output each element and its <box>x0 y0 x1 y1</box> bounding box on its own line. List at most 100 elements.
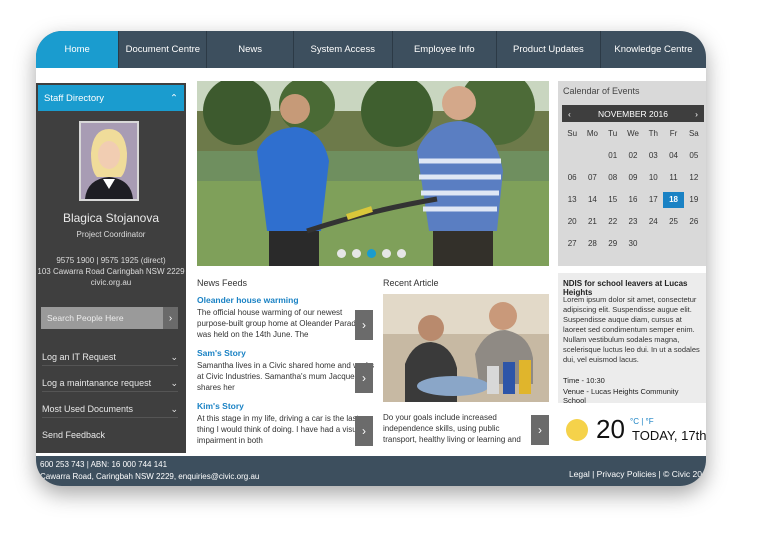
calendar-date <box>684 236 704 252</box>
calendar-date[interactable]: 21 <box>582 214 602 230</box>
calendar-date[interactable]: 08 <box>603 170 623 186</box>
calendar-date <box>643 236 663 252</box>
sidebar-link-maintenance-request[interactable]: Log a maintanance request ⌄ <box>42 375 178 392</box>
weather-day-label: TODAY, 17th <box>632 428 706 443</box>
news-item-body: The official house warming of our newest… <box>197 308 361 339</box>
chevron-down-icon: ⌄ <box>170 351 178 362</box>
nav-document-centre[interactable]: Document Centre <box>119 31 208 68</box>
calendar-date[interactable]: 24 <box>643 214 663 230</box>
news-item-body: Samantha lives in a Civic shared home an… <box>197 361 374 392</box>
calendar-date[interactable]: 04 <box>663 148 683 164</box>
calendar-month-label: NOVEMBER 2016 <box>598 108 668 119</box>
nav-product-updates[interactable]: Product Updates <box>497 31 601 68</box>
calendar-day-header: Tu <box>608 129 618 138</box>
nav-system-access[interactable]: System Access <box>294 31 393 68</box>
staff-photo <box>79 121 139 201</box>
calendar-date[interactable]: 03 <box>643 148 663 164</box>
staff-directory-header[interactable]: Staff Directory ⌃ <box>38 85 184 111</box>
chevron-right-icon: › <box>168 312 173 324</box>
news-item-title[interactable]: Sam's Story <box>197 348 374 358</box>
calendar-date[interactable]: 22 <box>603 214 623 230</box>
calendar-date[interactable]: 13 <box>562 192 582 208</box>
sidebar-link-it-request[interactable]: Log an IT Request ⌄ <box>42 349 178 366</box>
chevron-down-icon: ⌄ <box>170 377 178 388</box>
slider-dot[interactable] <box>397 249 406 258</box>
hero-slider[interactable] <box>197 81 549 266</box>
slider-dot[interactable] <box>352 249 361 258</box>
calendar-date[interactable]: 28 <box>582 236 602 252</box>
calendar-date[interactable]: 23 <box>623 214 643 230</box>
news-item-title[interactable]: Kim's Story <box>197 401 374 411</box>
calendar-date[interactable]: 20 <box>562 214 582 230</box>
staff-name: Blagica Stojanova <box>62 211 160 225</box>
calendar-date[interactable]: 16 <box>623 192 643 208</box>
nav-news[interactable]: News <box>207 31 294 68</box>
calendar-date[interactable]: 06 <box>562 170 582 186</box>
calendar-date[interactable]: 02 <box>623 148 643 164</box>
news-open-button[interactable]: › <box>355 416 373 446</box>
calendar-title: Calendar of Events <box>563 86 640 96</box>
calendar-day-header: Su <box>567 129 578 138</box>
recent-article-image[interactable] <box>383 294 549 402</box>
sun-icon <box>566 419 588 441</box>
chevron-right-icon: › <box>362 424 366 438</box>
article-open-button[interactable]: › <box>531 415 549 445</box>
news-item-body: At this stage in my life, driving a car … <box>197 414 363 445</box>
calendar-date-today[interactable]: 18 <box>663 192 684 208</box>
article-photo <box>383 294 549 402</box>
calendar-date[interactable]: 27 <box>562 236 582 252</box>
calendar-date[interactable]: 19 <box>684 192 704 208</box>
calendar-panel: Calendar of Events ‹ NOVEMBER 2016 › Su M… <box>558 81 706 266</box>
prev-month-icon[interactable]: ‹ <box>568 109 571 119</box>
recent-article-title: Recent Article <box>383 278 439 288</box>
next-month-icon[interactable]: › <box>695 109 698 119</box>
weather-widget: 20 °C | °F TODAY, 17th <box>558 406 706 451</box>
event-body: Lorem ipsum dolor sit amet, consectetur … <box>563 295 700 364</box>
sidebar-link-label: Log a maintanance request <box>42 378 152 388</box>
calendar-day-header: Sa <box>688 129 699 138</box>
slider-dot[interactable] <box>382 249 391 258</box>
calendar-date[interactable]: 25 <box>663 214 683 230</box>
staff-role: Project Coordinator <box>76 230 146 239</box>
calendar-date[interactable]: 17 <box>643 192 663 208</box>
calendar-date[interactable]: 01 <box>603 148 623 164</box>
nav-employee-info[interactable]: Employee Info <box>393 31 497 68</box>
top-nav: Home Document Centre News System Access … <box>36 31 706 68</box>
calendar-date[interactable]: 26 <box>684 214 704 230</box>
calendar-date[interactable]: 15 <box>603 192 623 208</box>
news-open-button[interactable]: › <box>355 363 373 393</box>
calendar-date[interactable]: 10 <box>643 170 663 186</box>
calendar-grid: Su Mo Tu We Th Fr Sa 01 02 03 04 05 06 07 08 09 10 11 12 13… <box>562 126 704 252</box>
calendar-date[interactable]: 30 <box>623 236 643 252</box>
sidebar-link-label: Most Used Documents <box>42 404 134 414</box>
calendar-day-header: Mo <box>586 129 598 138</box>
calendar-date <box>582 148 602 164</box>
sidebar-link-label: Send Feedback <box>42 430 106 440</box>
footer-links[interactable]: Legal | Privacy Policies | © Civic 20 <box>569 469 702 479</box>
slider-dot-active[interactable] <box>367 249 376 258</box>
weather-temp: 20 <box>596 414 625 444</box>
staff-website[interactable]: civic.org.au <box>36 278 186 287</box>
people-search-input[interactable] <box>41 307 163 329</box>
intranet-window: Home Document Centre News System Access … <box>36 31 706 486</box>
calendar-date[interactable]: 11 <box>663 170 683 186</box>
calendar-date[interactable]: 05 <box>684 148 704 164</box>
calendar-date[interactable]: 07 <box>582 170 602 186</box>
nav-home[interactable]: Home <box>36 31 120 68</box>
footer-address: Cawarra Road, Caringbah NSW 2229, enquir… <box>40 472 260 481</box>
calendar-date[interactable]: 09 <box>623 170 643 186</box>
nav-knowledge-centre[interactable]: Knowledge Centre <box>601 31 706 68</box>
sidebar-link-most-used-documents[interactable]: Most Used Documents ⌄ <box>42 401 178 418</box>
search-go-button[interactable]: › <box>163 307 178 329</box>
slider-dot[interactable] <box>337 249 346 258</box>
calendar-date[interactable]: 12 <box>684 170 704 186</box>
calendar-date[interactable]: 29 <box>603 236 623 252</box>
calendar-date[interactable]: 14 <box>582 192 602 208</box>
news-item-title[interactable]: Oleander house warming <box>197 295 374 305</box>
news-open-button[interactable]: › <box>355 310 373 340</box>
people-search: › <box>41 307 178 329</box>
weather-unit-toggle[interactable]: °C | °F <box>630 417 654 426</box>
footer-contact: 600 253 743 | ABN: 16 000 744 141 <box>40 460 168 469</box>
slider-dots <box>337 249 406 258</box>
sidebar-link-send-feedback[interactable]: Send Feedback <box>42 427 178 443</box>
